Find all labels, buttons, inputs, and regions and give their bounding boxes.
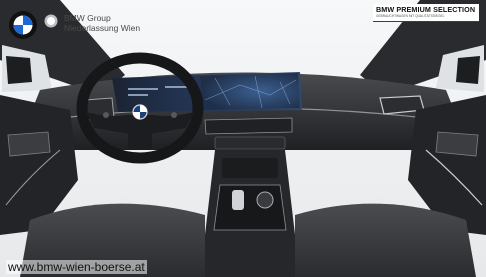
gear-selector — [232, 190, 244, 210]
left-mirror — [6, 56, 32, 84]
dealer-name-line2: Niederlassung Wien — [64, 23, 141, 33]
dealer-name-line1: BMW Group — [64, 13, 111, 23]
right-mirror — [456, 56, 480, 84]
website-watermark: www.bmw-wien-boerse.at — [6, 260, 147, 274]
right-door-handle — [435, 131, 479, 157]
photo-frame: BMW Group Niederlassung Wien BMW PREMIUM… — [0, 0, 486, 277]
storage-tray — [222, 158, 278, 178]
premium-selection-badge: BMW PREMIUM SELECTION GEBRAUCHTWAGEN MIT… — [373, 4, 479, 22]
premium-badge-title: BMW PREMIUM SELECTION — [376, 5, 476, 14]
center-air-vent — [204, 117, 293, 135]
premium-badge-subtitle: GEBRAUCHTWAGEN MIT QUALITÄTSSIEGEL — [376, 14, 445, 18]
left-wheel-buttons — [103, 112, 109, 118]
car-interior-photo — [0, 0, 486, 277]
idrive-controller — [256, 191, 274, 209]
passenger-seat — [295, 203, 476, 277]
mini-roundel-icon — [44, 14, 58, 28]
climate-panel — [214, 136, 286, 150]
left-door-handle — [7, 131, 51, 157]
gear-selector-panel — [213, 184, 287, 231]
right-wheel-buttons — [171, 112, 177, 118]
bmw-roundel-icon — [9, 11, 37, 39]
dealer-logo-block: BMW Group Niederlassung Wien — [8, 10, 140, 40]
